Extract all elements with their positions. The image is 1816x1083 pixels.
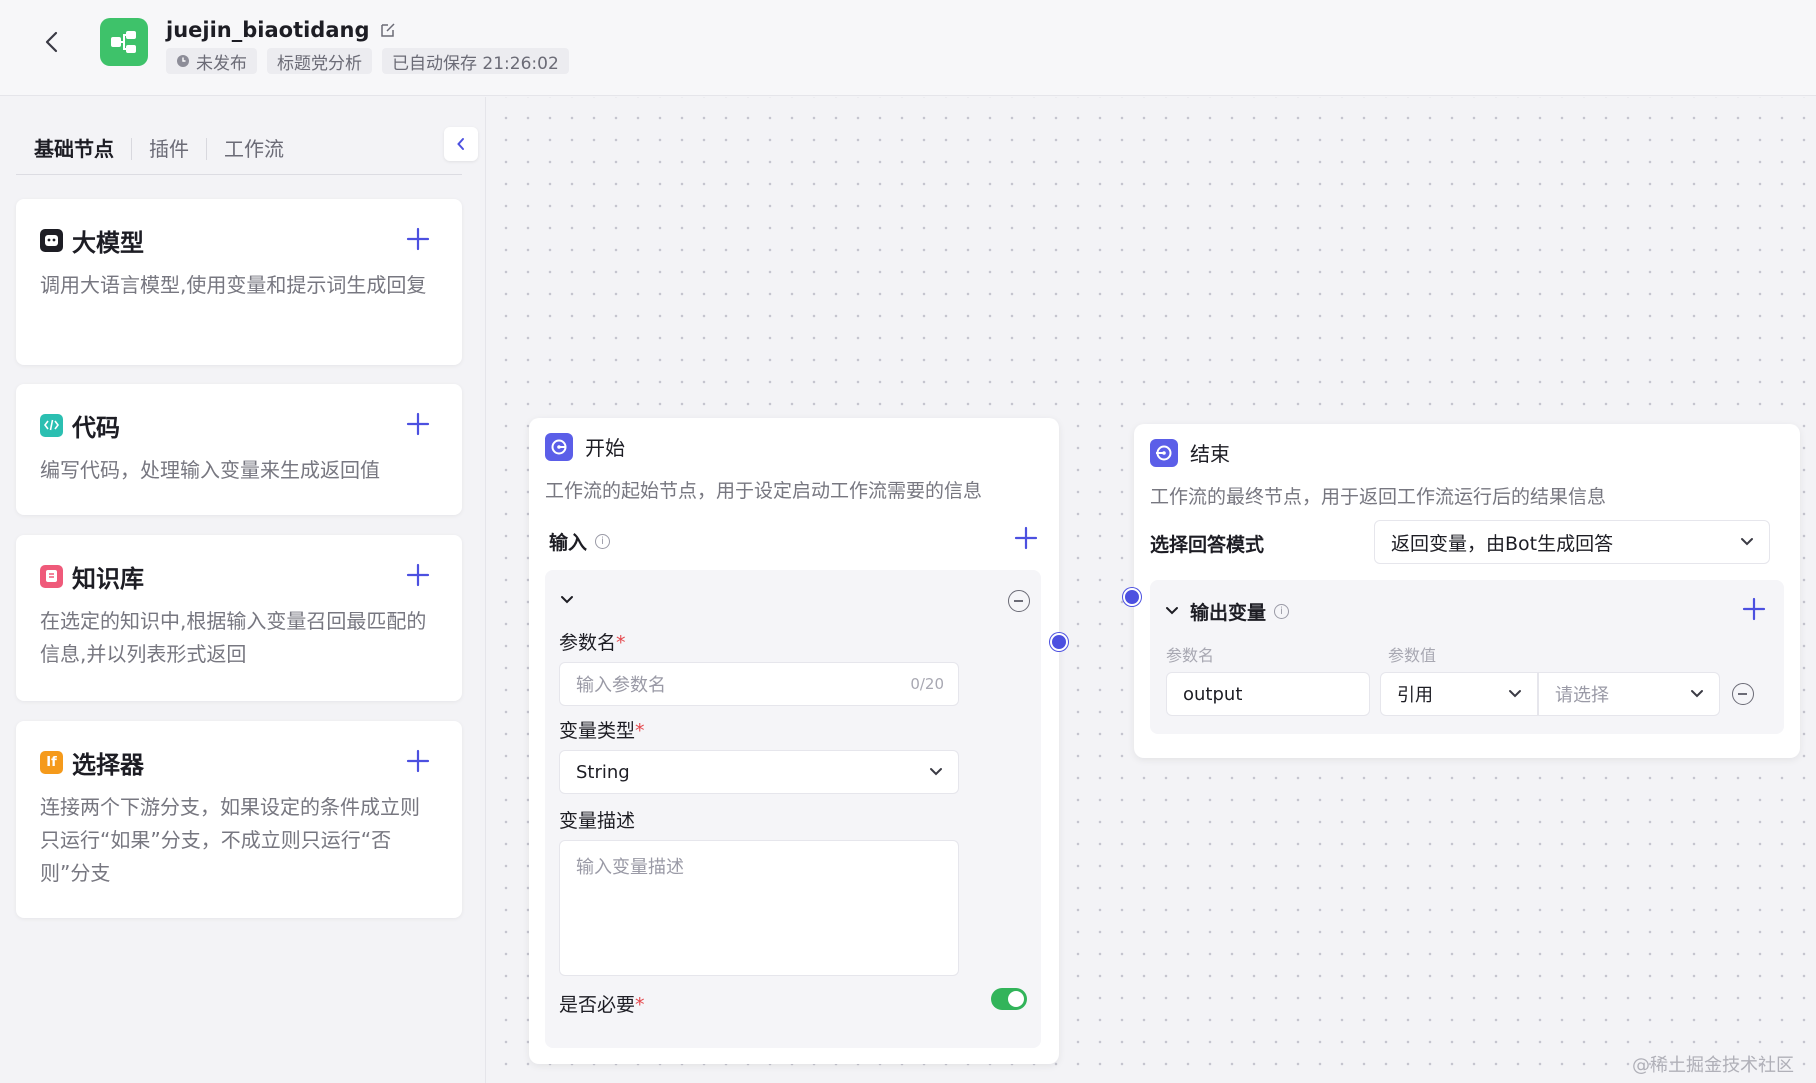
add-input-icon[interactable] [1013, 525, 1039, 551]
output-vars-panel: 输出变量 i 参数名 参数值 output 引用 请选择 [1150, 580, 1784, 734]
required-toggle[interactable] [991, 988, 1027, 1010]
start-output-port[interactable] [1050, 633, 1068, 651]
info-icon[interactable]: i [1274, 604, 1290, 619]
watermark: @稀土掘金技术社区 [1632, 1055, 1794, 1076]
value-type-select[interactable]: 引用 [1380, 672, 1538, 716]
info-icon[interactable]: i [595, 534, 611, 549]
required-label: 是否必要* [559, 994, 645, 1016]
add-node-icon[interactable] [404, 225, 432, 253]
llm-icon [40, 228, 63, 252]
add-node-icon[interactable] [404, 747, 432, 775]
end-node[interactable]: 结束 工作流的最终节点，用于返回工作流运行后的结果信息 选择回答模式 返回变量，… [1134, 424, 1800, 758]
node-title: 大模型 [72, 228, 144, 257]
workflow-tag: 标题党分析 [267, 48, 372, 74]
node-title: 选择器 [72, 750, 144, 779]
chevron-down-icon [1691, 690, 1703, 698]
param-name-input[interactable]: 输入参数名 0/20 [559, 662, 959, 706]
start-node[interactable]: 开始 工作流的起始节点，用于设定启动工作流需要的信息 输入 i 参数名* 输入参… [529, 418, 1059, 1064]
remove-param-icon[interactable] [1008, 590, 1030, 612]
node-sidebar: 基础节点 插件 工作流 大模型 调用大语言模型,使用变量和提示词生成回复 代码 … [0, 97, 486, 1083]
input-param-panel: 参数名* 输入参数名 0/20 变量类型* String 变量描述 输入变量描述… [545, 570, 1041, 1048]
add-output-icon[interactable] [1741, 596, 1767, 622]
output-param-name-input[interactable]: output [1166, 672, 1370, 716]
chevron-down-icon[interactable] [559, 594, 575, 606]
var-desc-textarea[interactable]: 输入变量描述 [559, 840, 959, 976]
clock-icon [177, 55, 189, 67]
param-name-label: 参数名* [559, 632, 626, 654]
node-title: 知识库 [72, 564, 144, 593]
workflow-title: juejin_biaotidang [166, 18, 396, 42]
start-icon [545, 432, 573, 461]
var-desc-label: 变量描述 [559, 810, 636, 832]
add-node-icon[interactable] [404, 410, 432, 438]
tab-workflows[interactable]: 工作流 [207, 133, 301, 165]
code-icon [40, 413, 63, 437]
tab-basic-nodes[interactable]: 基础节点 [16, 133, 131, 165]
workflow-meta: 未发布 标题党分析 已自动保存 21:26:02 [166, 48, 569, 74]
node-description: 工作流的起始节点，用于设定启动工作流需要的信息 [545, 480, 983, 502]
publish-status-badge: 未发布 [166, 48, 257, 74]
top-bar: juejin_biaotidang 未发布 标题党分析 已自动保存 21:26:… [0, 0, 1816, 96]
node-description: 在选定的知识中,根据输入变量召回最匹配的信息,并以列表形式返回 [40, 609, 427, 666]
workflow-app-icon [100, 18, 148, 66]
node-description: 调用大语言模型,使用变量和提示词生成回复 [40, 273, 427, 297]
end-input-port[interactable] [1123, 588, 1141, 606]
answer-mode-select[interactable]: 返回变量，由Bot生成回答 [1374, 520, 1770, 564]
node-description: 连接两个下游分支，如果设定的条件成立则只运行“如果”分支，不成立则只运行“否则”… [40, 795, 420, 885]
add-node-icon[interactable] [404, 561, 432, 589]
reference-select[interactable]: 请选择 [1538, 672, 1720, 716]
var-type-label: 变量类型* [559, 720, 645, 742]
node-card-selector[interactable]: If 选择器 连接两个下游分支，如果设定的条件成立则只运行“如果”分支，不成立则… [16, 721, 462, 918]
chevron-left-icon [457, 138, 464, 150]
node-title: 开始 [585, 436, 625, 460]
node-description: 编写代码，处理输入变量来生成返回值 [40, 458, 380, 482]
var-type-select[interactable]: String [559, 750, 959, 794]
answer-mode-label: 选择回答模式 [1150, 534, 1265, 556]
chevron-down-icon [1509, 690, 1521, 698]
end-icon [1150, 438, 1178, 467]
node-card-knowledge[interactable]: 知识库 在选定的知识中,根据输入变量召回最匹配的信息,并以列表形式返回 [16, 535, 462, 701]
edit-icon[interactable] [380, 22, 396, 38]
input-section-label: 输入 i [549, 528, 611, 555]
chevron-down-icon[interactable] [1164, 605, 1180, 617]
output-vars-label: 输出变量 i [1190, 598, 1290, 625]
node-title: 代码 [72, 413, 120, 442]
char-counter: 0/20 [910, 675, 944, 693]
workflow-title-text: juejin_biaotidang [166, 18, 370, 42]
collapse-sidebar-button[interactable] [444, 127, 478, 161]
node-card-code[interactable]: 代码 编写代码，处理输入变量来生成返回值 [16, 384, 462, 515]
workflow-canvas[interactable]: 开始 工作流的起始节点，用于设定启动工作流需要的信息 输入 i 参数名* 输入参… [487, 97, 1816, 1083]
column-param-value: 参数值 [1388, 646, 1437, 665]
column-param-name: 参数名 [1166, 646, 1215, 665]
chevron-left-icon [45, 31, 58, 53]
knowledge-icon [40, 564, 63, 588]
chevron-down-icon [1741, 538, 1753, 546]
node-title: 结束 [1190, 442, 1230, 466]
node-card-llm[interactable]: 大模型 调用大语言模型,使用变量和提示词生成回复 [16, 199, 462, 365]
sidebar-tabs: 基础节点 插件 工作流 [16, 133, 462, 175]
selector-icon: If [40, 750, 63, 774]
autosave-status: 已自动保存 21:26:02 [382, 48, 569, 74]
node-description: 工作流的最终节点，用于返回工作流运行后的结果信息 [1150, 486, 1607, 508]
remove-output-icon[interactable] [1732, 683, 1754, 705]
tab-plugins[interactable]: 插件 [132, 133, 206, 165]
back-button[interactable] [36, 26, 68, 58]
chevron-down-icon [930, 768, 942, 776]
